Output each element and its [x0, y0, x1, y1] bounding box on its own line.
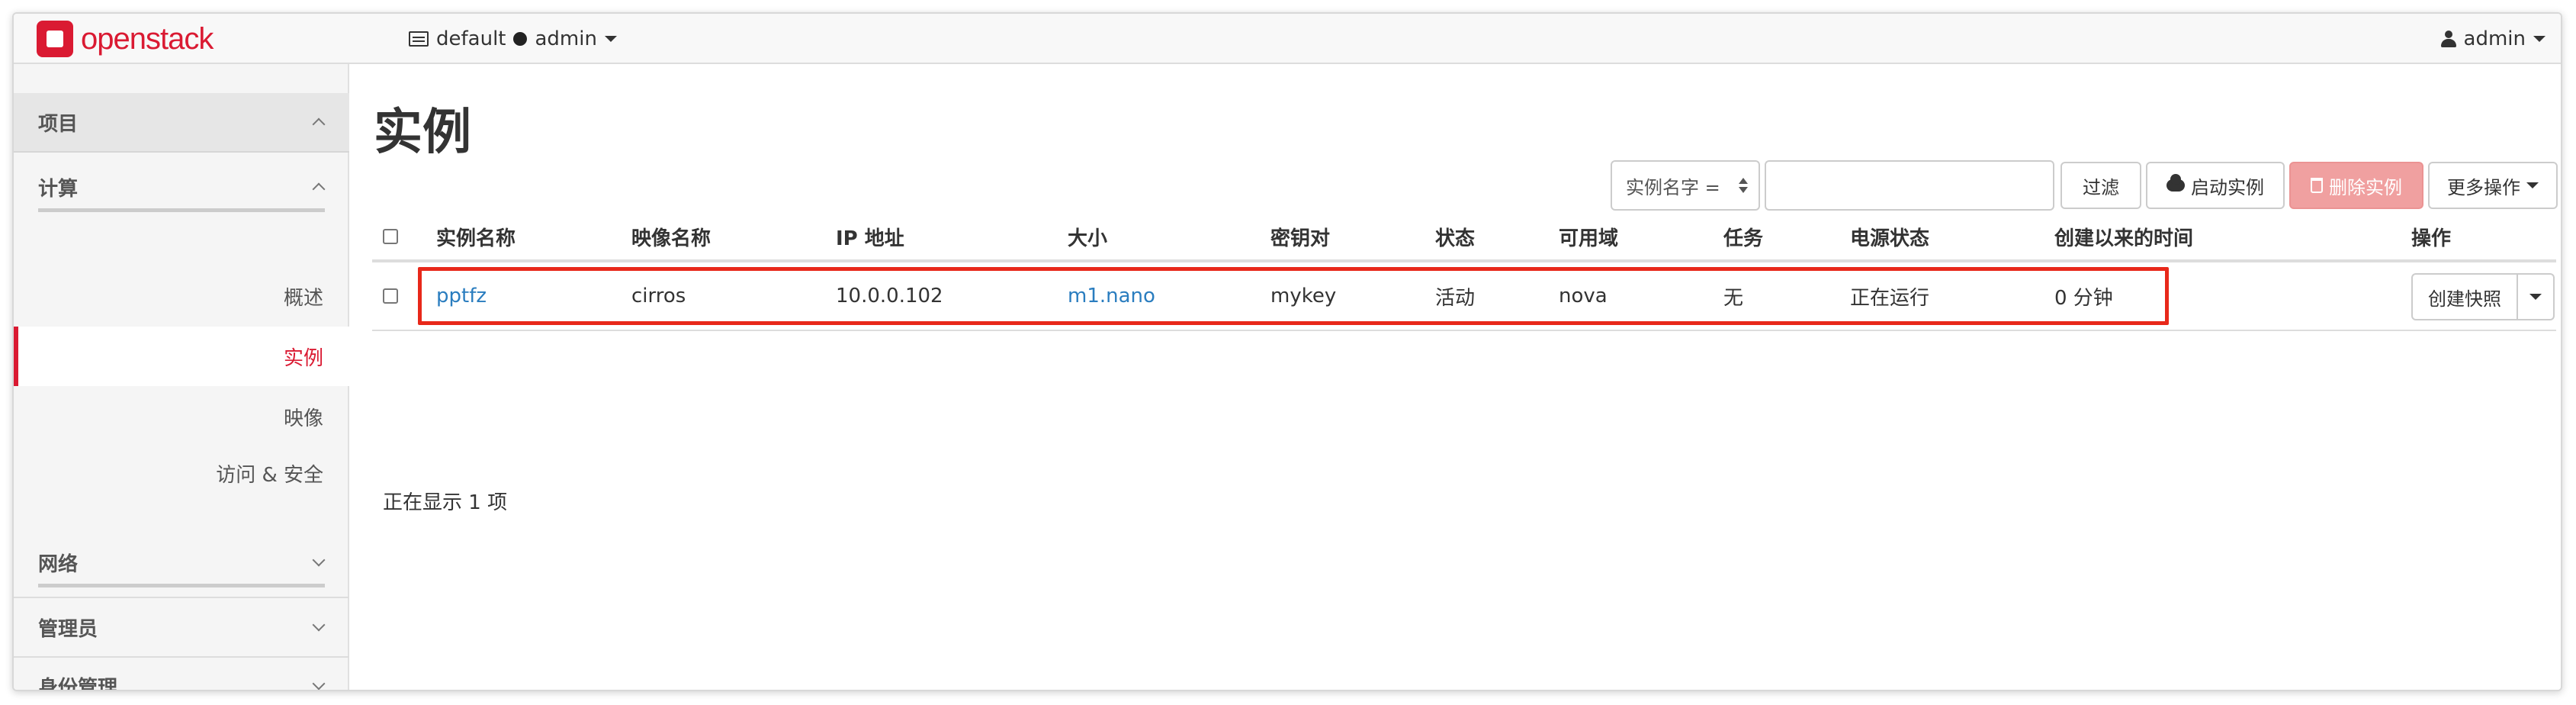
power-state-cell: 正在运行 — [1850, 286, 1930, 310]
brand[interactable]: openstack — [37, 20, 214, 58]
row-checkbox[interactable] — [383, 288, 398, 304]
column-header[interactable]: IP 地址 — [836, 214, 904, 259]
select-arrows-icon — [1739, 178, 1748, 193]
column-header[interactable]: 状态 — [1435, 214, 1475, 259]
filter-button[interactable]: 过滤 — [2060, 162, 2141, 209]
row-actions-dropdown-button[interactable] — [2518, 273, 2555, 320]
more-actions-button[interactable]: 更多操作 — [2428, 162, 2558, 209]
sidebar-section-label: 身份管理 — [38, 676, 118, 691]
main-content: 实例 实例名字 = 过滤 启动实例 删除实例 更多操作 实例名称 映像名称 IP… — [351, 64, 2561, 690]
item-count-text: 正在显示 1 项 — [383, 491, 508, 514]
sidebar-item-instances[interactable]: 实例 — [14, 327, 349, 386]
sidebar-section-admin[interactable]: 管理员 — [14, 597, 349, 656]
delete-instances-button[interactable]: 删除实例 — [2289, 162, 2423, 209]
top-navbar: openstack default admin admin — [14, 14, 2561, 64]
row-select-cell — [383, 262, 398, 330]
sidebar-section-project[interactable]: 项目 — [14, 93, 349, 153]
sidebar-item-images[interactable]: 映像 — [14, 389, 349, 444]
chevron-up-icon — [312, 118, 326, 131]
user-menu[interactable]: admin — [2440, 24, 2545, 53]
image-name-cell: cirros — [631, 285, 686, 307]
create-snapshot-button[interactable]: 创建快照 — [2411, 273, 2518, 320]
table-row: pptfz cirros 10.0.0.102 m1.nano mykey 活动… — [372, 262, 2556, 331]
column-header[interactable]: 映像名称 — [631, 214, 711, 259]
select-all-checkbox[interactable] — [383, 229, 398, 244]
sidebar-section-label: 管理员 — [38, 617, 98, 641]
sidebar-section-label: 项目 — [38, 112, 79, 136]
caret-down-icon — [2526, 182, 2539, 188]
keypair-cell: mykey — [1270, 285, 1337, 307]
column-header[interactable]: 实例名称 — [436, 214, 516, 259]
caret-down-icon — [604, 36, 617, 42]
trash-icon — [2311, 178, 2323, 193]
sidebar-item-overview[interactable]: 概述 — [14, 269, 349, 324]
filter-field-select[interactable]: 实例名字 = — [1611, 160, 1760, 211]
brand-name: openstack — [81, 21, 214, 56]
chevron-down-icon — [312, 618, 326, 632]
section-underline — [38, 584, 325, 588]
chevron-up-icon — [312, 182, 326, 196]
filter-input[interactable] — [1765, 160, 2054, 211]
instances-table: 实例名称 映像名称 IP 地址 大小 密钥对 状态 可用域 任务 电源状态 创建… — [372, 214, 2556, 514]
sidebar-section-label: 计算 — [38, 177, 79, 201]
instance-name-link[interactable]: pptfz — [436, 262, 487, 330]
sidebar-section-compute[interactable]: 计算 — [14, 154, 349, 220]
table-header: 实例名称 映像名称 IP 地址 大小 密钥对 状态 可用域 任务 电源状态 创建… — [372, 214, 2556, 262]
section-underline — [38, 208, 325, 212]
status-cell: 活动 — [1435, 286, 1476, 310]
user-icon — [2440, 31, 2456, 47]
chevron-down-icon — [312, 677, 326, 690]
project-switcher[interactable]: default admin — [409, 24, 617, 53]
sidebar-item-label: 映像 — [283, 407, 323, 430]
sidebar-item-label: 实例 — [283, 346, 323, 370]
filter-select-value: 实例名字 = — [1626, 176, 1720, 198]
sidebar: 项目 计算 概述 实例 映像 访问 & 安全 网络 管理员 身份管理 — [14, 64, 349, 690]
list-icon — [409, 31, 429, 47]
page-title: 实例 — [374, 105, 471, 161]
column-header[interactable]: 创建以来的时间 — [2054, 214, 2193, 259]
sidebar-section-network[interactable]: 网络 — [14, 530, 349, 595]
column-header[interactable]: 任务 — [1723, 214, 1763, 259]
sidebar-item-label: 访问 & 安全 — [216, 463, 323, 487]
launch-instance-button[interactable]: 启动实例 — [2146, 162, 2285, 209]
sidebar-item-access-security[interactable]: 访问 & 安全 — [14, 446, 349, 501]
availability-zone-cell: nova — [1559, 285, 1608, 307]
ip-address-cell: 10.0.0.102 — [836, 285, 943, 307]
caret-down-icon — [2533, 36, 2545, 42]
sidebar-section-label: 网络 — [38, 552, 79, 576]
launch-instance-label: 启动实例 — [2191, 176, 2264, 198]
column-header[interactable]: 大小 — [1068, 214, 1107, 259]
delete-instances-label: 删除实例 — [2329, 176, 2402, 198]
column-header[interactable]: 密钥对 — [1270, 214, 1330, 259]
dot-icon — [513, 32, 528, 46]
column-header: 操作 — [2411, 227, 2452, 250]
openstack-logo-icon — [37, 21, 73, 57]
chevron-down-icon — [312, 553, 326, 567]
caret-down-icon — [2529, 294, 2542, 300]
browser-window: openstack default admin admin 项目 计算 概述 实… — [12, 12, 2562, 691]
sidebar-section-identity[interactable]: 身份管理 — [14, 656, 349, 691]
cloud-upload-icon — [2166, 174, 2185, 192]
project-name: admin — [535, 27, 597, 50]
flavor-link[interactable]: m1.nano — [1068, 262, 1155, 330]
task-cell: 无 — [1723, 286, 1744, 310]
age-cell: 0 分钟 — [2054, 286, 2113, 310]
user-name: admin — [2463, 27, 2526, 50]
sidebar-item-label: 概述 — [283, 286, 323, 310]
column-header[interactable]: 可用域 — [1559, 214, 1618, 259]
select-all-cell — [383, 214, 398, 259]
row-actions-group: 创建快照 — [2411, 273, 2555, 320]
more-actions-label: 更多操作 — [2447, 176, 2520, 198]
column-header[interactable]: 电源状态 — [1850, 214, 1929, 259]
project-domain: default — [436, 27, 506, 50]
